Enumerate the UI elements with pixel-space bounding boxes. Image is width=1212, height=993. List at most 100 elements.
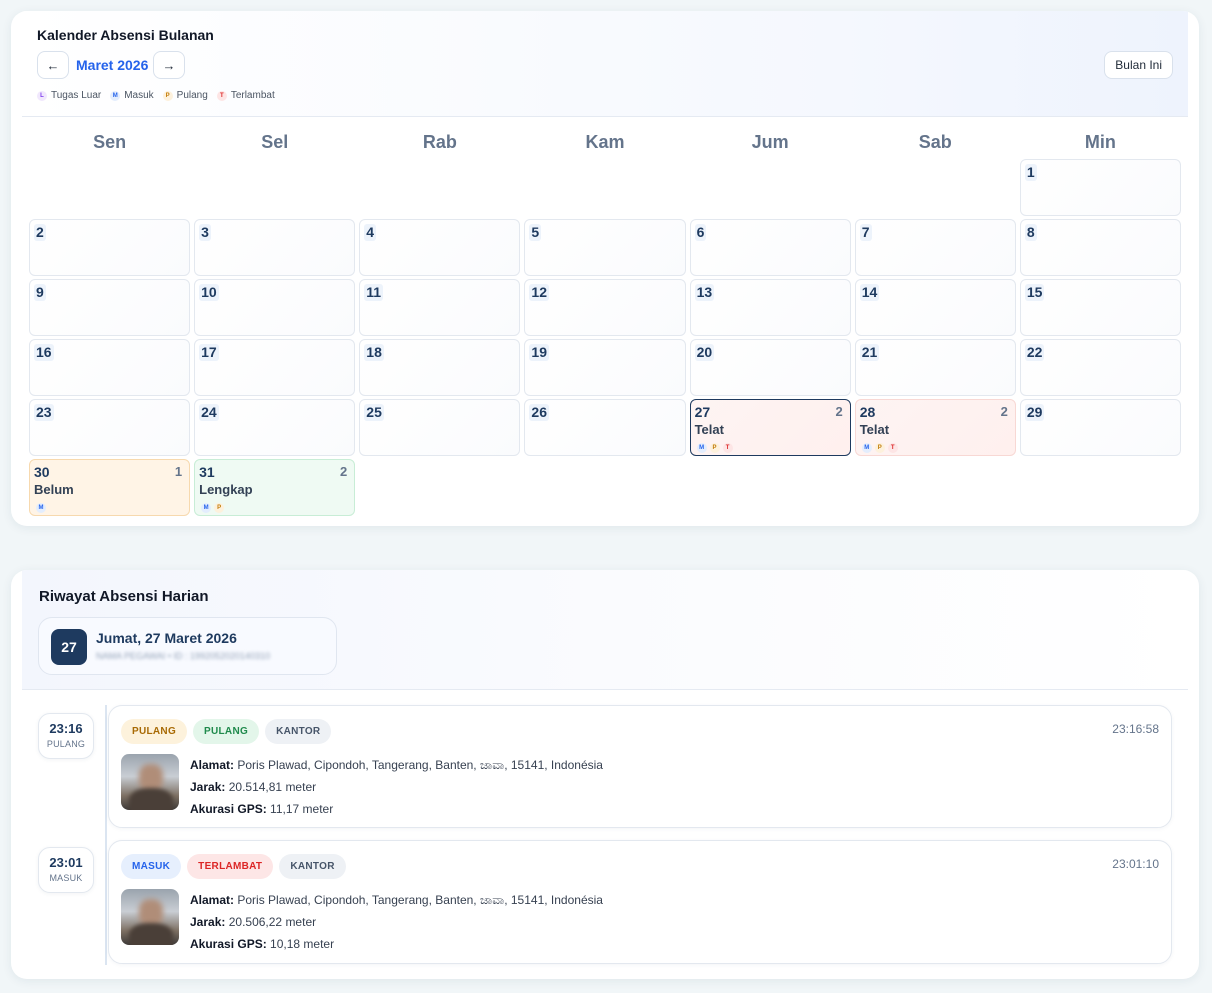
calendar-grid: 1 2 3 4 5 6 7 8 9 10 11 12 13 14 15 16 17 18 19 20 21 22 23 24 2… — [29, 159, 1181, 516]
calendar-day-22[interactable]: 22 — [1019, 339, 1181, 396]
address-label: Alamat: — [190, 893, 235, 907]
calendar-day-16[interactable]: 16 — [29, 339, 191, 396]
day-number: 20 — [694, 344, 715, 361]
day-number: 5 — [529, 224, 542, 241]
calendar-day-12[interactable]: 12 — [524, 279, 686, 336]
status-dot-p: P — [709, 443, 720, 453]
day-record-count: 2 — [340, 464, 348, 479]
calendar-day-10[interactable]: 10 — [194, 279, 356, 336]
day-status: Telat — [694, 422, 724, 437]
tag-pulang: PULANG — [121, 719, 188, 744]
timeline-time-chip: 23:16 PULANG — [38, 713, 94, 759]
next-month-button[interactable]: → — [153, 51, 185, 79]
calendar-day-6[interactable]: 6 — [689, 219, 851, 276]
calendar-day-11[interactable]: 11 — [359, 279, 521, 336]
calendar-day-4[interactable]: 4 — [359, 219, 521, 276]
day-number: 15 — [1024, 284, 1045, 301]
day-number: 21 — [859, 344, 880, 361]
legend-label: Terlambat — [230, 90, 275, 101]
day-status-dots: M — [36, 503, 46, 513]
address-value: Poris Plawad, Cipondoh, Tangerang, Bante… — [237, 758, 603, 772]
chip-label: PULANG — [46, 739, 86, 749]
calendar-day-23[interactable]: 23 — [29, 399, 191, 456]
day-number: 14 — [859, 284, 880, 301]
day-number: 24 — [199, 404, 219, 421]
gps-value: 11,17 meter — [270, 802, 334, 816]
calendar-day-24[interactable]: 24 — [194, 399, 356, 456]
calendar-day-5[interactable]: 5 — [524, 219, 686, 276]
entry-timestamp: 23:01:10 — [1112, 857, 1159, 871]
weekday-label: Rab — [422, 132, 457, 152]
day-number: 19 — [529, 344, 549, 361]
photo-body — [129, 923, 173, 945]
day-number: 10 — [199, 284, 219, 301]
calendar-empty-cell — [524, 159, 685, 216]
legend-label: Tugas Luar — [51, 90, 102, 101]
day-status-dots: MPT — [696, 443, 733, 453]
prev-month-button[interactable]: ← — [37, 51, 69, 79]
distance-row: Jarak: 20.514,81 meter — [190, 776, 603, 798]
calendar-day-8[interactable]: 8 — [1019, 219, 1181, 276]
day-number: 7 — [859, 224, 872, 241]
employee-info-blurred: NAMA PEGAWAI • ID : 1992052020140310 — [96, 651, 271, 661]
calendar-header: Kalender Absensi Bulanan ← Maret 2026 → … — [22, 11, 1188, 117]
calendar-day-25[interactable]: 25 — [359, 399, 521, 456]
calendar-day-20[interactable]: 20 — [689, 339, 851, 396]
calendar-day-1[interactable]: 1 — [1019, 159, 1181, 216]
status-dot-m: M — [36, 503, 46, 513]
calendar-day-21[interactable]: 21 — [854, 339, 1016, 396]
calendar-day-3[interactable]: 3 — [194, 219, 356, 276]
calendar-empty-cell — [29, 159, 190, 216]
history-entry[interactable]: PULANG PULANG KANTOR 23:16:58 Alamat: Po… — [108, 705, 1172, 828]
calendar-day-19[interactable]: 19 — [524, 339, 686, 396]
calendar-day-7[interactable]: 7 — [854, 219, 1016, 276]
selfie-photo[interactable] — [121, 754, 179, 810]
legend-label: Pulang — [176, 90, 208, 101]
day-number: 12 — [529, 284, 549, 301]
calendar-day-26[interactable]: 26 — [524, 399, 686, 456]
calendar-day-28[interactable]: 28 2 Telat M P T — [854, 399, 1016, 456]
photo-body — [129, 788, 173, 810]
status-dot-m: M — [201, 503, 212, 513]
calendar-day-14[interactable]: 14 — [854, 279, 1016, 336]
legend-dot-l: L — [37, 90, 47, 101]
calendar-day-9[interactable]: 9 — [29, 279, 191, 336]
address-row: Alamat: Poris Plawad, Cipondoh, Tangeran… — [190, 889, 603, 911]
day-status-dots: MPT — [861, 443, 898, 453]
calendar-day-17[interactable]: 17 — [194, 339, 356, 396]
calendar-empty-cell — [855, 159, 1016, 216]
calendar-day-31[interactable]: 31 2 Lengkap M P — [194, 459, 356, 516]
day-number: 13 — [694, 284, 715, 301]
weekday-label: Jum — [751, 132, 789, 152]
address-label: Alamat: — [190, 758, 235, 772]
day-status-dots: MP — [201, 503, 225, 513]
weekday-header: Sen Sel Rab Kam Jum Sab Min — [29, 129, 1181, 155]
day-status: Lengkap — [199, 482, 253, 497]
address-value: Poris Plawad, Cipondoh, Tangerang, Bante… — [237, 893, 603, 907]
distance-row: Jarak: 20.506,22 meter — [190, 911, 603, 933]
legend-dot-p: P — [162, 90, 173, 101]
entry-info: Alamat: Poris Plawad, Cipondoh, Tangeran… — [190, 889, 603, 955]
gps-label: Akurasi GPS: — [190, 937, 267, 951]
selfie-photo[interactable] — [121, 889, 179, 945]
day-number: 22 — [1024, 344, 1045, 361]
legend-item-masuk: M Masuk — [110, 90, 154, 101]
day-number: 16 — [34, 344, 54, 361]
this-month-button[interactable]: Bulan Ini — [1104, 51, 1173, 79]
calendar-day-13[interactable]: 13 — [689, 279, 851, 336]
calendar-day-15[interactable]: 15 — [1019, 279, 1181, 336]
calendar-day-2[interactable]: 2 — [29, 219, 191, 276]
status-dot-p: P — [874, 443, 885, 453]
calendar-day-27[interactable]: 27 2 Telat M P T — [689, 399, 851, 456]
calendar-day-30[interactable]: 30 1 Belum M — [29, 459, 191, 516]
history-title: Riwayat Absensi Harian — [39, 588, 209, 605]
tag-terlambat: TERLAMBAT — [187, 854, 274, 879]
history-entry[interactable]: MASUK TERLAMBAT KANTOR 23:01:10 Alamat: … — [108, 840, 1172, 964]
calendar-title: Kalender Absensi Bulanan — [37, 27, 214, 43]
tag-pulang-status: PULANG — [193, 719, 260, 744]
calendar-day-18[interactable]: 18 — [359, 339, 521, 396]
calendar-day-29[interactable]: 29 — [1019, 399, 1181, 456]
day-number: 2 — [34, 224, 46, 241]
timeline-time-chip: 23:01 MASUK — [38, 847, 94, 893]
day-number: 27 — [694, 404, 711, 420]
